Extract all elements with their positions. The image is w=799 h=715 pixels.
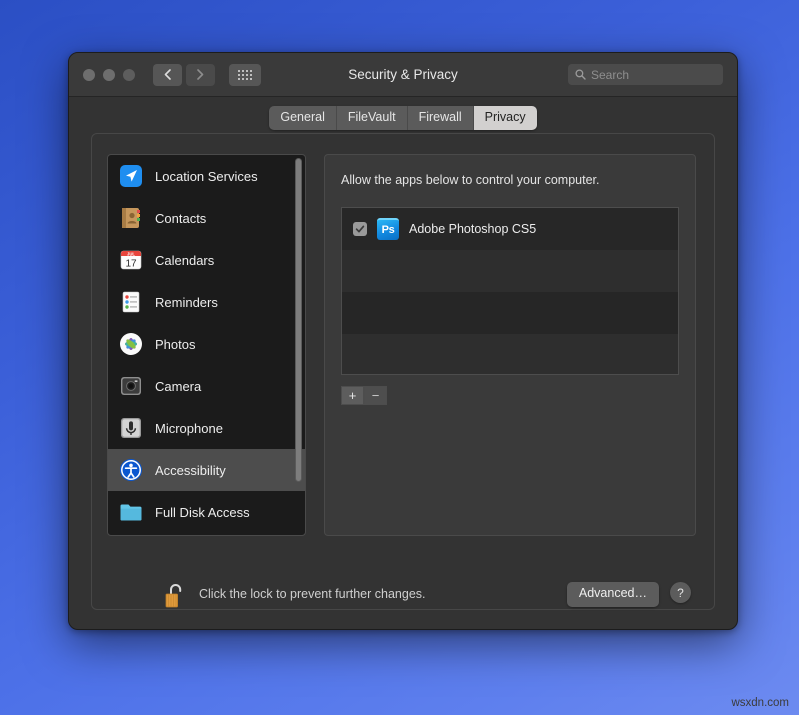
pane-caption: Allow the apps below to control your com…	[341, 173, 600, 187]
sidebar-item-microphone[interactable]: Microphone	[108, 407, 305, 449]
tab-filevault[interactable]: FileVault	[336, 105, 408, 131]
sidebar-scrollbar-thumb[interactable]	[295, 158, 302, 482]
traffic-lights	[83, 68, 135, 81]
table-row[interactable]: Ps Adobe Photoshop CS5	[342, 208, 678, 250]
calendars-icon: JUL 17	[118, 247, 144, 273]
forward-button[interactable]	[186, 63, 215, 86]
advanced-button[interactable]: Advanced…	[566, 582, 659, 607]
table-row[interactable]	[342, 250, 678, 292]
navigation-buttons	[153, 63, 215, 86]
window-titlebar: Security & Privacy Search	[69, 53, 737, 97]
contacts-icon	[118, 205, 144, 231]
sidebar-item-label: Contacts	[155, 210, 207, 226]
sidebar-item-contacts[interactable]: Contacts	[108, 197, 305, 239]
sidebar-item-accessibility[interactable]: Accessibility	[108, 449, 305, 491]
show-all-button[interactable]	[229, 63, 261, 86]
search-icon	[575, 69, 586, 80]
full-disk-access-icon	[118, 499, 144, 525]
sidebar-item-label: Location Services	[155, 168, 258, 184]
privacy-group-box: Location Services Contacts JUL 17 Calend…	[91, 133, 715, 610]
lock-button[interactable]	[163, 581, 189, 611]
sidebar-item-label: Calendars	[155, 252, 215, 268]
chevron-left-icon	[164, 69, 171, 80]
camera-icon	[118, 373, 144, 399]
sidebar-item-label: Reminders	[155, 294, 218, 310]
svg-text:JUL: JUL	[127, 251, 135, 256]
sidebar-item-camera[interactable]: Camera	[108, 365, 305, 407]
help-button[interactable]: ?	[670, 582, 691, 603]
sidebar-item-label: Full Disk Access	[155, 504, 250, 520]
accessibility-icon	[118, 457, 144, 483]
lock-message: Click the lock to prevent further change…	[199, 587, 426, 601]
privacy-category-list: Location Services Contacts JUL 17 Calend…	[108, 155, 305, 533]
add-app-button[interactable]: +	[341, 386, 364, 405]
sidebar-item-reminders[interactable]: Reminders	[108, 281, 305, 323]
sidebar-item-label: Camera	[155, 378, 202, 394]
checkmark-icon	[355, 225, 365, 233]
window-footer: Click the lock to prevent further change…	[69, 565, 737, 629]
privacy-category-sidebar: Location Services Contacts JUL 17 Calend…	[107, 154, 306, 536]
add-remove-toolbar: + −	[341, 386, 387, 405]
sidebar-item-calendars[interactable]: JUL 17 Calendars	[108, 239, 305, 281]
photoshop-icon-label: Ps	[381, 223, 395, 236]
location-services-icon	[118, 163, 144, 189]
svg-text:17: 17	[125, 258, 137, 269]
table-row[interactable]	[342, 292, 678, 334]
app-enabled-checkbox[interactable]	[353, 222, 367, 236]
tab-privacy[interactable]: Privacy	[473, 105, 537, 131]
app-name: Adobe Photoshop CS5	[409, 222, 537, 236]
close-button[interactable]	[83, 68, 95, 81]
sidebar-item-label: Photos	[155, 336, 196, 352]
photos-icon	[118, 331, 144, 357]
chevron-right-icon	[197, 69, 204, 80]
watermark: wsxdn.com	[731, 697, 789, 709]
system-preferences-window: Security & Privacy Search General FileVa…	[68, 52, 738, 630]
tab-general[interactable]: General	[269, 105, 337, 131]
photoshop-icon: Ps	[377, 218, 399, 240]
back-button[interactable]	[153, 63, 182, 86]
allowed-apps-list: Ps Adobe Photoshop CS5	[341, 207, 679, 375]
reminders-icon	[118, 289, 144, 315]
search-placeholder: Search	[591, 67, 630, 82]
sidebar-item-photos[interactable]: Photos	[108, 323, 305, 365]
show-all-icon	[238, 69, 252, 80]
unlocked-padlock-icon	[165, 584, 182, 608]
tab-firewall[interactable]: Firewall	[407, 105, 474, 131]
sidebar-scrollbar[interactable]	[294, 158, 303, 482]
remove-app-button[interactable]: −	[364, 386, 387, 405]
allowed-apps-pane: Allow the apps below to control your com…	[324, 154, 696, 536]
sidebar-item-label: Microphone	[155, 420, 223, 436]
search-field[interactable]: Search	[568, 64, 723, 85]
zoom-button[interactable]	[123, 68, 135, 81]
sidebar-item-full-disk-access[interactable]: Full Disk Access	[108, 491, 305, 533]
minimize-button[interactable]	[103, 68, 115, 81]
table-row[interactable]	[342, 334, 678, 374]
sidebar-item-location-services[interactable]: Location Services	[108, 155, 305, 197]
tab-bar: General FileVault Firewall Privacy	[269, 105, 537, 131]
sidebar-item-label: Accessibility	[155, 462, 226, 478]
microphone-icon	[118, 415, 144, 441]
